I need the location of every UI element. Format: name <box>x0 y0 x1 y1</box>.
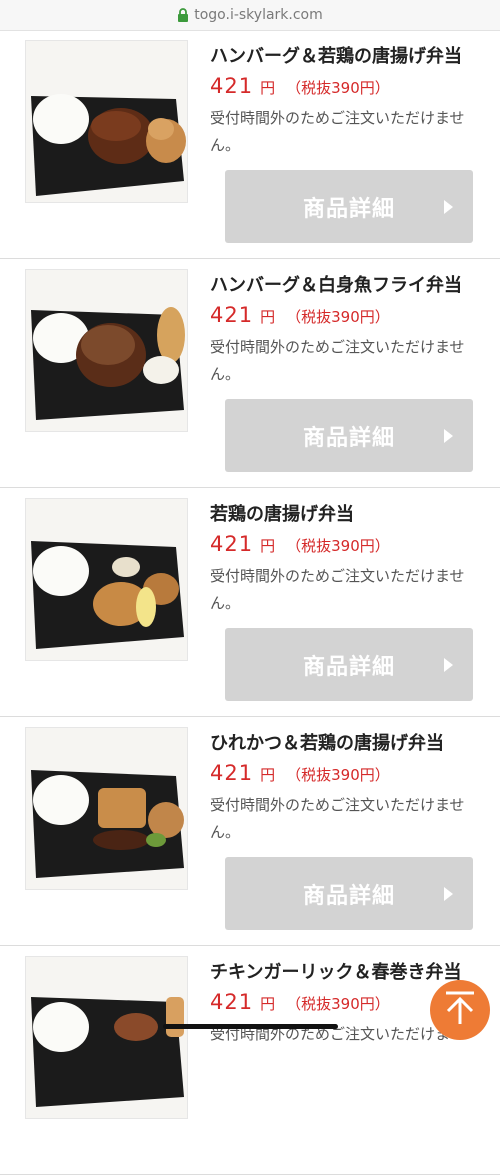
order-notice: 受付時間外のためご注文いただけません。 <box>210 796 465 841</box>
product-image[interactable] <box>25 40 188 203</box>
button-label: 商品詳細 <box>302 196 395 222</box>
product-item: ひれかつ＆若鶏の唐揚げ弁当 421 円 （税抜390円） 受付時間外のためご注文… <box>0 717 500 946</box>
arrow-up-icon <box>443 990 477 1030</box>
url-text: togo.i-skylark.com <box>194 7 323 23</box>
price-row: 421 円 （税抜390円） <box>210 990 390 1014</box>
chevron-right-icon <box>444 428 453 443</box>
product-item: 若鶏の唐揚げ弁当 421 円 （税抜390円） 受付時間外のためご注文いただけま… <box>0 488 500 717</box>
button-label: 商品詳細 <box>302 883 395 909</box>
chevron-right-icon <box>444 657 453 672</box>
lock-icon <box>177 8 189 22</box>
tax-excluded-price: （税抜390円） <box>286 995 390 1013</box>
product-name[interactable]: 若鶏の唐揚げ弁当 <box>210 500 495 526</box>
chevron-right-icon <box>444 199 453 214</box>
price: 421 <box>210 761 254 785</box>
product-name[interactable]: ハンバーグ＆若鶏の唐揚げ弁当 <box>210 42 495 68</box>
price: 421 <box>210 303 254 327</box>
browser-url-bar[interactable]: togo.i-skylark.com <box>0 0 500 31</box>
yen-unit: 円 <box>260 308 276 326</box>
home-indicator[interactable] <box>163 1024 338 1029</box>
price: 421 <box>210 532 254 556</box>
tax-excluded-price: （税抜390円） <box>286 766 390 784</box>
order-notice: 受付時間外のためご注文いただけません。 <box>210 109 465 154</box>
back-to-top-button[interactable] <box>430 980 490 1040</box>
product-image[interactable] <box>25 269 188 432</box>
tax-excluded-price: （税抜390円） <box>286 537 390 555</box>
chevron-right-icon <box>444 886 453 901</box>
product-item: チキンガーリック＆春巻き弁当 421 円 （税抜390円） 受付時間外のためご注… <box>0 946 500 1175</box>
product-detail-button[interactable]: 商品詳細 <box>225 170 473 243</box>
product-detail-button[interactable]: 商品詳細 <box>225 628 473 701</box>
price-row: 421 円 （税抜390円） <box>210 532 390 556</box>
yen-unit: 円 <box>260 995 276 1013</box>
button-label: 商品詳細 <box>302 654 395 680</box>
product-image[interactable] <box>25 727 188 890</box>
price: 421 <box>210 990 254 1014</box>
yen-unit: 円 <box>260 79 276 97</box>
yen-unit: 円 <box>260 537 276 555</box>
order-notice: 受付時間外のためご注文いただけません。 <box>210 338 465 383</box>
product-list: ハンバーグ＆若鶏の唐揚げ弁当 421 円 （税抜390円） 受付時間外のためご注… <box>0 30 500 1175</box>
product-image[interactable] <box>25 498 188 661</box>
price-row: 421 円 （税抜390円） <box>210 303 390 327</box>
product-item: ハンバーグ＆若鶏の唐揚げ弁当 421 円 （税抜390円） 受付時間外のためご注… <box>0 30 500 259</box>
product-image[interactable] <box>25 956 188 1119</box>
product-detail-button[interactable]: 商品詳細 <box>225 857 473 930</box>
price: 421 <box>210 74 254 98</box>
order-notice: 受付時間外のためご注文いただけません。 <box>210 567 465 612</box>
price-row: 421 円 （税抜390円） <box>210 761 390 785</box>
button-label: 商品詳細 <box>302 425 395 451</box>
product-detail-button[interactable]: 商品詳細 <box>225 399 473 472</box>
price-row: 421 円 （税抜390円） <box>210 74 390 98</box>
product-item: ハンバーグ＆白身魚フライ弁当 421 円 （税抜390円） 受付時間外のためご注… <box>0 259 500 488</box>
tax-excluded-price: （税抜390円） <box>286 308 390 326</box>
product-name[interactable]: ひれかつ＆若鶏の唐揚げ弁当 <box>210 729 495 755</box>
tax-excluded-price: （税抜390円） <box>286 79 390 97</box>
product-name[interactable]: ハンバーグ＆白身魚フライ弁当 <box>210 271 495 297</box>
yen-unit: 円 <box>260 766 276 784</box>
